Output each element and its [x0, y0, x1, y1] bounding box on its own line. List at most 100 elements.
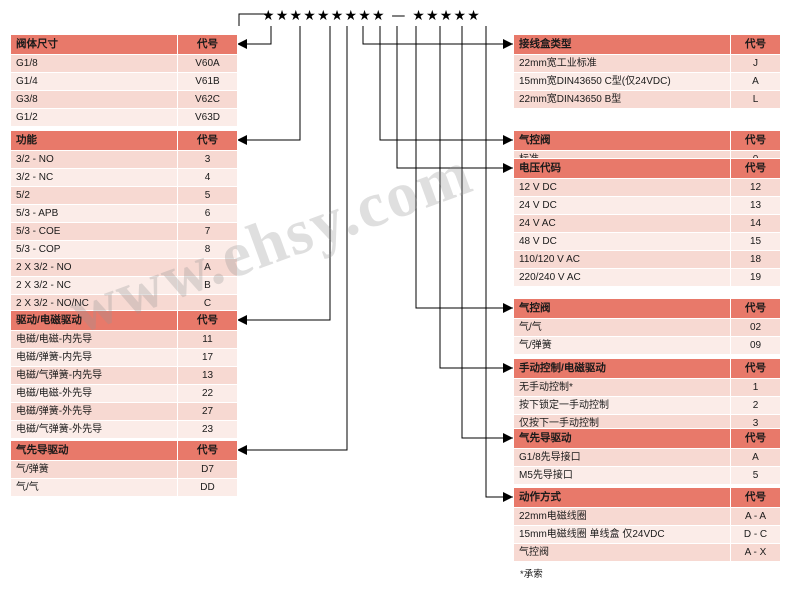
- cell-label: 220/240 V AC: [513, 268, 731, 287]
- table-row: 按下锁定一手动控制 2: [513, 396, 781, 415]
- cell-label: 气/气: [513, 318, 731, 337]
- table-header-cell: 代号: [177, 34, 238, 55]
- voltage-code-table: 电压代码 代号 12 V DC 12 24 V DC 13 24 V AC 14…: [513, 158, 781, 287]
- cell-code: 4: [177, 168, 238, 187]
- table-row: 2 X 3/2 - NC B: [10, 276, 238, 295]
- manual-control-table: 手动控制/电磁驱动 代号 无手动控制* 1 按下锁定一手动控制 2 仅按下一手动…: [513, 358, 781, 433]
- table-row: 12 V DC 12: [513, 178, 781, 197]
- table-header-cell: 气先导驱动: [10, 440, 178, 461]
- table-header-cell: 驱动/电磁驱动: [10, 310, 178, 331]
- table-header-cell: 代号: [730, 34, 781, 55]
- table-header-cell: 代号: [730, 358, 781, 379]
- cell-label: G1/4: [10, 72, 178, 91]
- cell-code: 12: [730, 178, 781, 197]
- cell-label: 24 V AC: [513, 214, 731, 233]
- cell-code: A: [177, 258, 238, 277]
- cell-code: 7: [177, 222, 238, 241]
- cell-code: V60A: [177, 54, 238, 73]
- cell-code: 5: [177, 186, 238, 205]
- cell-label: 15mm宽DIN43650 C型(仅24VDC): [513, 72, 731, 91]
- table-header-cell: 气先导驱动: [513, 428, 731, 449]
- cell-label: G1/8: [10, 54, 178, 73]
- table-header-cell: 代号: [730, 487, 781, 508]
- table-row: G1/8先导接口 A: [513, 448, 781, 467]
- table-row: 气/弹簧 D7: [10, 460, 238, 479]
- table-row: 24 V AC 14: [513, 214, 781, 233]
- table-row: 5/3 - APB 6: [10, 204, 238, 223]
- cell-code: 13: [177, 366, 238, 385]
- table-row: M5先导接口 5: [513, 466, 781, 485]
- cell-label: 3/2 - NC: [10, 168, 178, 187]
- cell-label: 电磁/弹簧-外先导: [10, 402, 178, 421]
- cell-code: 3: [177, 150, 238, 169]
- table-header-cell: 代号: [177, 310, 238, 331]
- table-row: 3/2 - NC 4: [10, 168, 238, 187]
- cell-label: 电磁/弹簧-内先导: [10, 348, 178, 367]
- cell-label: 12 V DC: [513, 178, 731, 197]
- table-row: 110/120 V AC 18: [513, 250, 781, 269]
- table-header-cell: 阀体尺寸: [10, 34, 178, 55]
- cell-code: V61B: [177, 72, 238, 91]
- table-row: 22mm宽工业标准 J: [513, 54, 781, 73]
- table-row: 电磁/气弹簧-内先导 13: [10, 366, 238, 385]
- table-row: 5/3 - COP 8: [10, 240, 238, 259]
- table-row: 电磁/气弹簧-外先导 23: [10, 420, 238, 439]
- table-header-cell: 功能: [10, 130, 178, 151]
- cell-label: 无手动控制*: [513, 378, 731, 397]
- cell-code: 02: [730, 318, 781, 337]
- cell-code: J: [730, 54, 781, 73]
- cell-code: 8: [177, 240, 238, 259]
- table-header-cell: 气控阀: [513, 130, 731, 151]
- table-row: 48 V DC 15: [513, 232, 781, 251]
- cell-code: 15: [730, 232, 781, 251]
- cell-label: 电磁/气弹簧-内先导: [10, 366, 178, 385]
- cell-label: G1/8先导接口: [513, 448, 731, 467]
- pilot-actuation-table: 气先导驱动 代号 气/弹簧 D7 气/气 DD: [10, 440, 238, 497]
- table-row: 15mm电磁线圈 单线盒 仅24VDC D - C: [513, 525, 781, 544]
- table-row: 气/弹簧 09: [513, 336, 781, 355]
- table-row: 气/气 02: [513, 318, 781, 337]
- cell-code: A: [730, 72, 781, 91]
- footnote: *承索: [520, 569, 543, 580]
- table-row: 22mm电磁线圈 A - A: [513, 507, 781, 526]
- air-control-valve-table-2: 气控阀 代号 气/气 02 气/弹簧 09: [513, 298, 781, 355]
- table-header-cell: 手动控制/电磁驱动: [513, 358, 731, 379]
- cell-label: M5先导接口: [513, 466, 731, 485]
- cell-label: 110/120 V AC: [513, 250, 731, 269]
- cell-code: D7: [177, 460, 238, 479]
- actuation-solenoid-table: 驱动/电磁驱动 代号 电磁/电磁-内先导 11 电磁/弹簧-内先导 17 电磁/…: [10, 310, 238, 439]
- cell-label: 24 V DC: [513, 196, 731, 215]
- cell-code: 13: [730, 196, 781, 215]
- cell-label: 电磁/电磁-外先导: [10, 384, 178, 403]
- cell-code: A: [730, 448, 781, 467]
- cell-code: 23: [177, 420, 238, 439]
- cell-code: 09: [730, 336, 781, 355]
- cell-code: L: [730, 90, 781, 109]
- cell-label: 2 X 3/2 - NC: [10, 276, 178, 295]
- table-row: G1/4 V61B: [10, 72, 238, 91]
- table-row: 气/气 DD: [10, 478, 238, 497]
- cell-label: 3/2 - NO: [10, 150, 178, 169]
- table-row: 电磁/电磁-外先导 22: [10, 384, 238, 403]
- table-row: 气控阀 A - X: [513, 543, 781, 562]
- cell-label: 2 X 3/2 - NO: [10, 258, 178, 277]
- table-row: 22mm宽DIN43650 B型 L: [513, 90, 781, 109]
- cell-code: 18: [730, 250, 781, 269]
- cell-code: V62C: [177, 90, 238, 109]
- cell-label: G1/2: [10, 108, 178, 127]
- cell-label: 22mm宽DIN43650 B型: [513, 90, 731, 109]
- table-header-cell: 代号: [730, 158, 781, 179]
- table-row: 5/2 5: [10, 186, 238, 205]
- table-header-cell: 动作方式: [513, 487, 731, 508]
- cell-label: 电磁/电磁-内先导: [10, 330, 178, 349]
- code-configurator-diagram: www.ehsy.com ★★★★★★★★★ — ★★★★★ 阀体尺寸 代号 G…: [0, 0, 790, 598]
- cell-label: 5/3 - COE: [10, 222, 178, 241]
- cell-label: 气/气: [10, 478, 178, 497]
- cell-label: 气/弹簧: [513, 336, 731, 355]
- table-row: G1/2 V63D: [10, 108, 238, 127]
- table-row: 5/3 - COE 7: [10, 222, 238, 241]
- cell-code: B: [177, 276, 238, 295]
- product-code-stars: ★★★★★★★★★ — ★★★★★: [262, 8, 482, 24]
- table-row: 无手动控制* 1: [513, 378, 781, 397]
- cell-code: A - X: [730, 543, 781, 562]
